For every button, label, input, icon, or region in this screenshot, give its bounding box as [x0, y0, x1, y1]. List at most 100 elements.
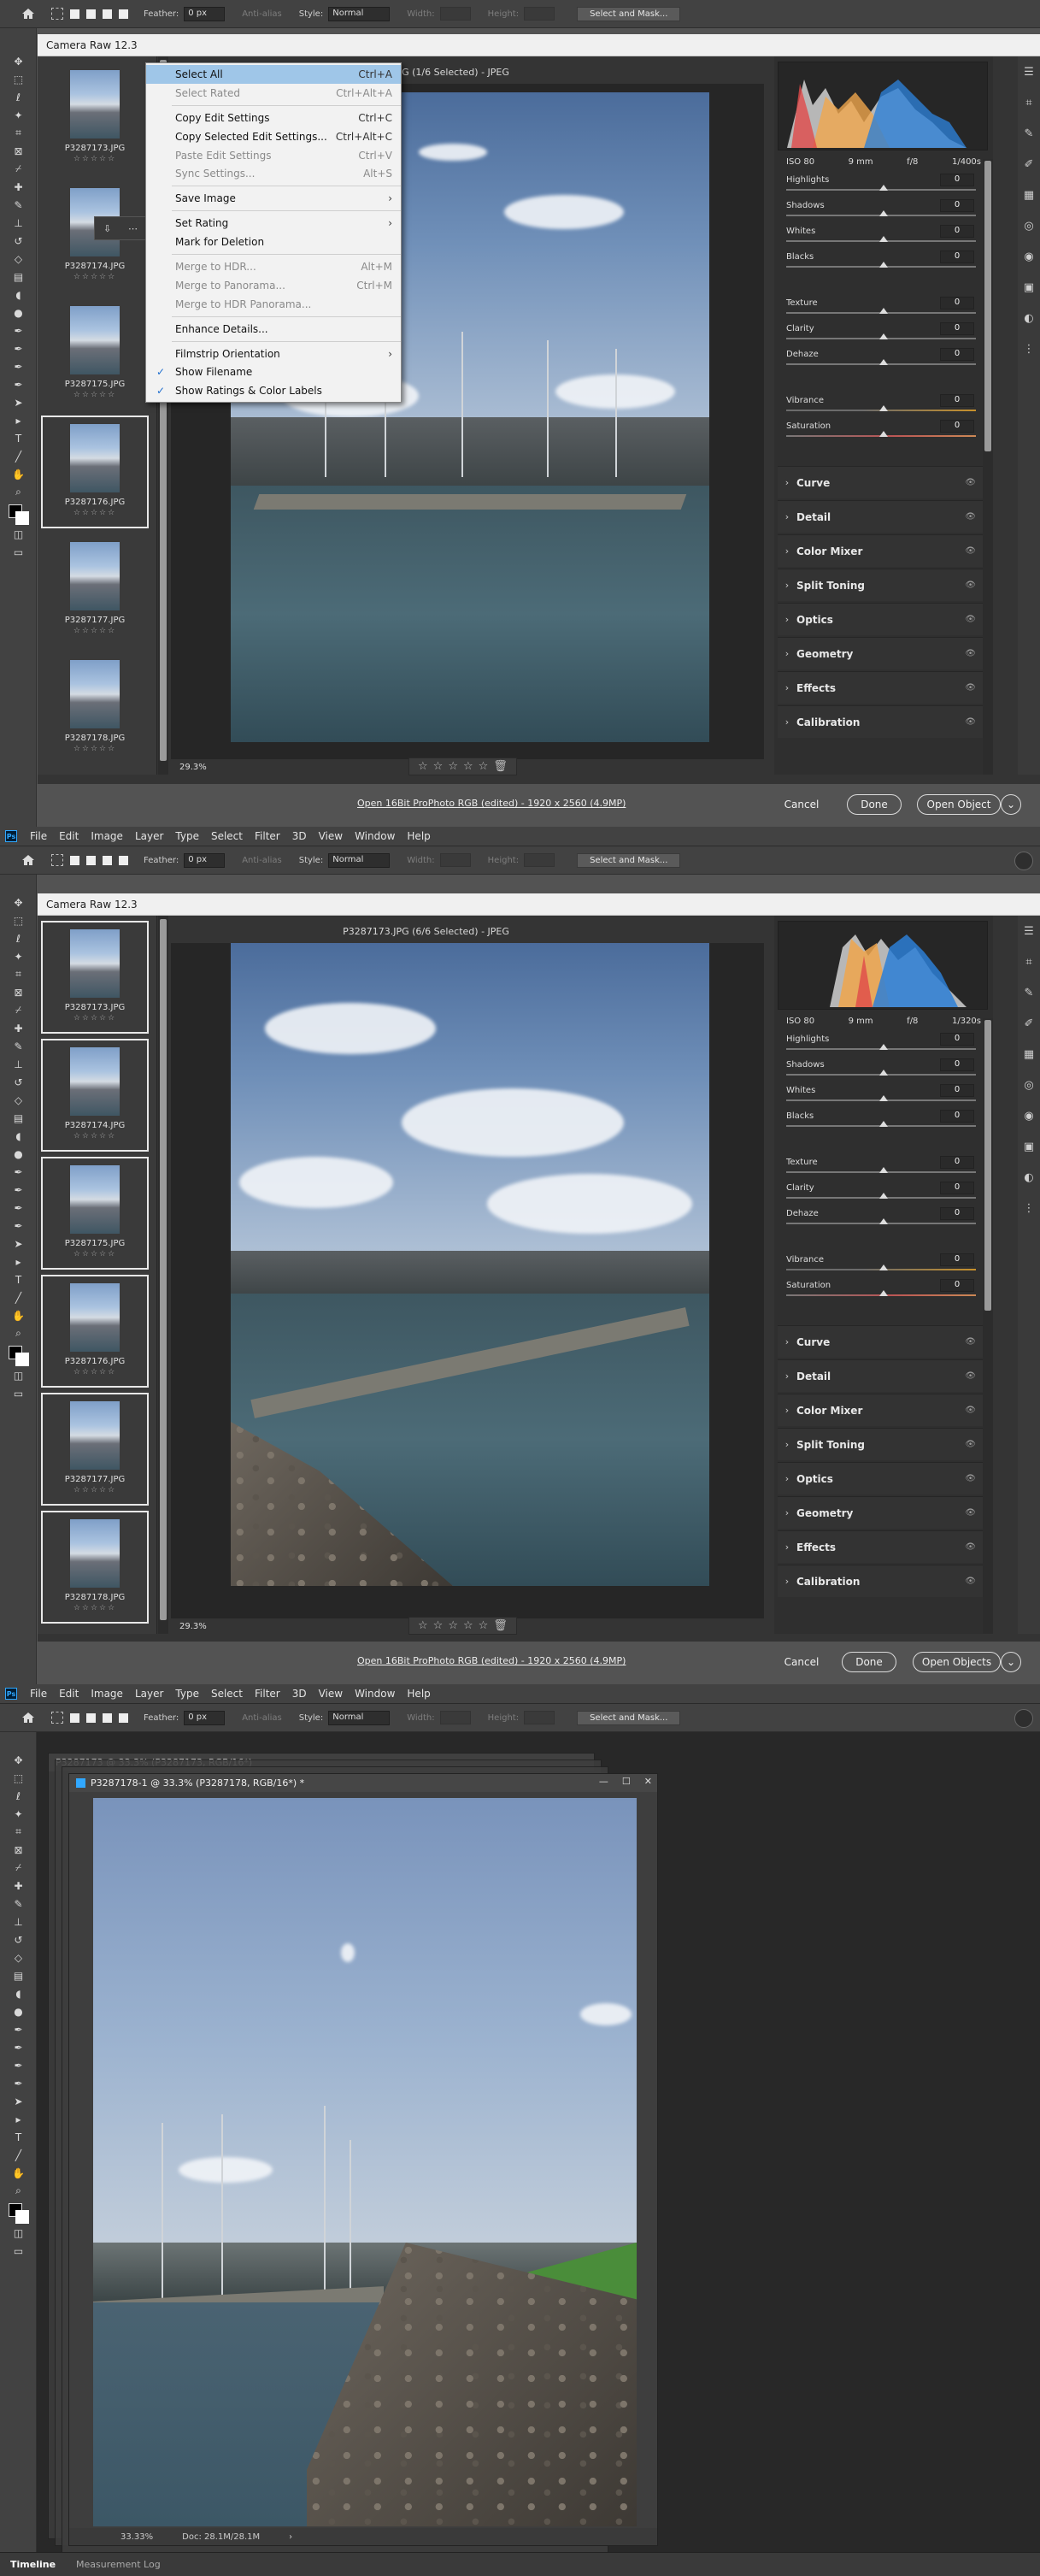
radial-filter-icon[interactable]: ◎ — [1018, 1070, 1040, 1100]
style-select[interactable]: Normal — [328, 1710, 391, 1725]
frame-tool-icon[interactable]: ⊠ — [0, 142, 37, 160]
frame-tool-icon[interactable]: ⊠ — [0, 1841, 37, 1859]
slider-knob[interactable] — [879, 236, 888, 242]
lasso-tool-icon[interactable]: ℓ — [0, 929, 37, 947]
eye-icon[interactable]: 👁 — [965, 615, 976, 624]
slider-value[interactable]: 0 — [940, 174, 974, 186]
done-button[interactable]: Done — [842, 1652, 896, 1672]
slider-knob[interactable] — [879, 185, 888, 191]
style-select[interactable]: Normal — [328, 852, 391, 868]
section-geometry[interactable]: › Geometry 👁 — [778, 1496, 984, 1529]
edit-sliders-icon[interactable]: ☰ — [1018, 916, 1040, 946]
lasso-tool-icon[interactable]: ℓ — [0, 1787, 37, 1805]
thumb-rating[interactable]: ☆☆☆☆☆ — [73, 155, 116, 163]
eye-icon[interactable]: 👁 — [965, 1337, 976, 1347]
cancel-button[interactable]: Cancel — [776, 794, 827, 815]
type-tool-icon[interactable]: T — [0, 429, 37, 447]
dodge-tool-icon[interactable]: ● — [0, 304, 37, 321]
section-color-mixer[interactable]: › Color Mixer 👁 — [778, 534, 984, 567]
slider-value[interactable]: 0 — [940, 1110, 974, 1123]
context-menu-item[interactable]: Copy Selected Edit Settings... Ctrl+Alt+C — [146, 127, 401, 146]
history-brush-icon[interactable]: ↺ — [0, 1073, 37, 1091]
filmstrip-thumb-selected[interactable]: P3287177.JPG ☆☆☆☆☆ — [41, 1393, 149, 1506]
quick-mask-icon[interactable]: ◫ — [0, 525, 37, 543]
menu-image[interactable]: Image — [85, 1688, 129, 1700]
filmstrip-thumb[interactable]: P3287177.JPG ☆☆☆☆☆ — [41, 533, 149, 646]
section-split-toning[interactable]: › Split Toning 👁 — [778, 569, 984, 601]
select-and-mask-button[interactable]: Select and Mask... — [577, 852, 681, 868]
eye-icon[interactable]: 👁 — [965, 512, 976, 522]
filmstrip-thumb[interactable]: P3287173.JPG ☆☆☆☆☆ — [41, 62, 149, 174]
slider-knob[interactable] — [879, 1121, 888, 1127]
quick-mask-icon[interactable]: ◫ — [0, 1366, 37, 1384]
filmstrip-thumb-selected[interactable]: P3287176.JPG ☆☆☆☆☆ — [41, 1275, 149, 1388]
healing-brush-icon[interactable]: ✚ — [0, 1019, 37, 1037]
filmstrip-thumb-selected[interactable]: P3287174.JPG ☆☆☆☆☆ — [41, 1039, 149, 1152]
filmstrip-thumb-selected[interactable]: P3287178.JPG ☆☆☆☆☆ — [41, 1511, 149, 1624]
search-icon[interactable] — [1014, 852, 1033, 870]
thumb-rating[interactable]: ☆☆☆☆☆ — [73, 273, 116, 281]
add-anchor-icon[interactable]: ✒ — [0, 2074, 37, 2092]
path-selection-icon[interactable]: ➤ — [0, 2092, 37, 2110]
section-optics[interactable]: › Optics 👁 — [778, 603, 984, 635]
workflow-options-link[interactable]: Open 16Bit ProPhoto RGB (edited) - 1920 … — [357, 1655, 626, 1666]
photoshop-logo-icon[interactable]: Ps — [5, 830, 17, 842]
adjustment-brush-icon[interactable]: ✐ — [1018, 1008, 1040, 1039]
thumb-rating[interactable]: ☆☆☆☆☆ — [73, 1250, 116, 1259]
brush-tool-icon[interactable]: ✎ — [0, 1037, 37, 1055]
gradient-tool-icon[interactable]: ▤ — [0, 1966, 37, 1984]
slider-knob[interactable] — [879, 210, 888, 216]
menu-3d[interactable]: 3D — [286, 1688, 313, 1700]
chevron-down-icon[interactable]: ⌄ — [1001, 1652, 1021, 1672]
slider-clarity[interactable]: Clarity 0 — [774, 321, 993, 346]
new-selection-icon[interactable] — [70, 1712, 79, 1723]
intersect-selection-icon[interactable] — [119, 855, 128, 865]
section-calibration[interactable]: › Calibration 👁 — [778, 705, 984, 738]
eyedropper-icon[interactable]: ⌿ — [0, 1859, 37, 1877]
add-anchor-icon[interactable]: ✒ — [0, 1217, 37, 1235]
filmstrip-menu-icon[interactable]: ⋯ — [128, 223, 138, 234]
slider-value[interactable]: 0 — [940, 1253, 974, 1266]
eye-icon[interactable]: 👁 — [965, 649, 976, 658]
eye-icon[interactable]: 👁 — [965, 1474, 976, 1483]
gradient-tool-icon[interactable]: ▤ — [0, 268, 37, 286]
image-canvas[interactable] — [171, 943, 764, 1618]
context-menu-item[interactable]: Enhance Details... — [146, 320, 401, 339]
path-selection-icon[interactable]: ➤ — [0, 1235, 37, 1253]
slider-highlights[interactable]: Highlights 0 — [774, 1031, 993, 1057]
slider-knob[interactable] — [879, 1290, 888, 1296]
brush-tool-icon[interactable]: ✎ — [0, 196, 37, 214]
magic-wand-icon[interactable]: ✦ — [0, 1805, 37, 1823]
eye-icon[interactable]: 👁 — [965, 717, 976, 727]
background-color-swatch[interactable] — [15, 511, 29, 525]
filmstrip-thumb[interactable]: P3287175.JPG ☆☆☆☆☆ — [41, 298, 149, 410]
menu-select[interactable]: Select — [205, 1688, 249, 1700]
chevron-right-icon[interactable]: › — [289, 2532, 292, 2542]
more-icon[interactable]: ⋮ — [1018, 1193, 1040, 1223]
type-tool-icon[interactable]: T — [0, 1270, 37, 1288]
section-split-toning[interactable]: › Split Toning 👁 — [778, 1428, 984, 1460]
hand-tool-icon[interactable]: ✋ — [0, 1306, 37, 1324]
thumb-rating[interactable]: ☆☆☆☆☆ — [73, 745, 116, 753]
menu-view[interactable]: View — [313, 1688, 349, 1700]
background-color-swatch[interactable] — [15, 2210, 29, 2224]
section-geometry[interactable]: › Geometry 👁 — [778, 637, 984, 669]
menu-edit[interactable]: Edit — [53, 830, 85, 842]
menu-filter[interactable]: Filter — [249, 830, 286, 842]
slider-saturation[interactable]: Saturation 0 — [774, 418, 993, 444]
marquee-tool-icon[interactable] — [51, 854, 63, 866]
eraser-icon[interactable]: ◇ — [0, 1948, 37, 1966]
maximize-icon[interactable]: ☐ — [622, 1776, 631, 1787]
add-selection-icon[interactable] — [86, 9, 96, 19]
menu-edit[interactable]: Edit — [53, 1688, 85, 1700]
slider-value[interactable]: 0 — [940, 1156, 974, 1169]
slider-clarity[interactable]: Clarity 0 — [774, 1180, 993, 1205]
slider-value[interactable]: 0 — [940, 1207, 974, 1220]
menu-3d[interactable]: 3D — [286, 830, 313, 842]
slider-vibrance[interactable]: Vibrance 0 — [774, 392, 993, 418]
dodge-tool-icon[interactable]: ● — [0, 1145, 37, 1163]
filmstrip-thumb-selected[interactable]: P3287176.JPG ☆☆☆☆☆ — [41, 416, 149, 528]
section-curve[interactable]: › Curve 👁 — [778, 466, 984, 498]
antialias-checkbox[interactable]: Anti-alias — [242, 1713, 282, 1723]
slider-dehaze[interactable]: Dehaze 0 — [774, 1205, 993, 1231]
